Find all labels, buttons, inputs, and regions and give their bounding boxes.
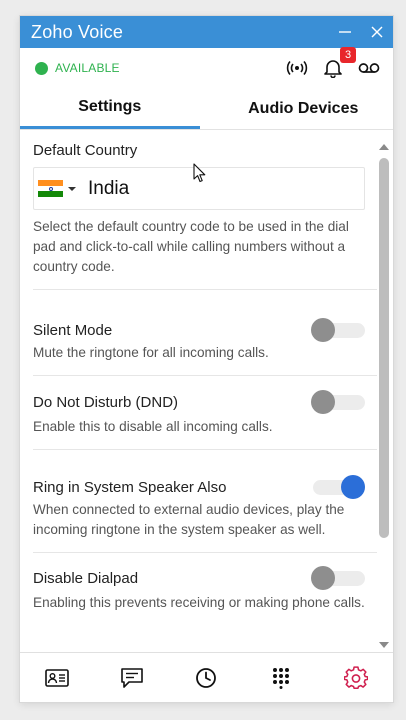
notifications-button[interactable]: 3 xyxy=(321,47,356,80)
dnd-description: Enable this to disable all incoming call… xyxy=(33,419,273,434)
close-button[interactable] xyxy=(361,16,393,48)
minimize-icon xyxy=(339,31,351,33)
setting-silent-mode: Silent Mode Mute the ringtone for all in… xyxy=(20,290,377,375)
availability-status[interactable]: AVAILABLE xyxy=(55,61,273,75)
notification-count-badge: 3 xyxy=(340,47,356,63)
broadcast-icon xyxy=(286,60,308,76)
contacts-icon xyxy=(45,668,70,687)
dialpad-icon xyxy=(273,667,290,689)
title-bar: Zoho Voice xyxy=(20,16,393,48)
nav-dialpad[interactable] xyxy=(261,658,301,698)
messages-icon xyxy=(121,667,143,688)
app-window: Zoho Voice AVAILABLE 3 Settings Audio De… xyxy=(20,16,393,702)
default-country-section: Default Country India Select the default… xyxy=(20,130,377,289)
gear-icon xyxy=(343,665,368,689)
clock-icon xyxy=(196,667,217,688)
dnd-toggle[interactable] xyxy=(311,390,365,414)
setting-dnd: Do Not Disturb (DND) Enable this to disa… xyxy=(20,376,377,449)
silent-mode-toggle[interactable] xyxy=(311,318,365,342)
silent-mode-description: Mute the ringtone for all incoming calls… xyxy=(33,345,269,360)
country-value: India xyxy=(88,177,130,199)
scroll-down-arrow-icon[interactable] xyxy=(379,642,389,648)
tab-audio-devices[interactable]: Audio Devices xyxy=(200,88,394,129)
nav-history[interactable] xyxy=(186,658,226,698)
dnd-label: Do Not Disturb (DND) xyxy=(33,393,179,411)
tab-bar: Settings Audio Devices xyxy=(20,88,393,130)
scroll-up-arrow-icon[interactable] xyxy=(379,144,389,150)
disable-dialpad-label: Disable Dialpad xyxy=(33,569,139,587)
mouse-cursor-icon xyxy=(193,163,206,183)
voicemail-button[interactable] xyxy=(357,56,381,80)
disable-dialpad-description: Enabling this prevents receiving or maki… xyxy=(33,595,365,610)
status-indicator-icon[interactable] xyxy=(35,61,48,75)
voicemail-icon xyxy=(358,63,380,73)
ring-system-speaker-toggle[interactable] xyxy=(311,475,365,499)
silent-mode-label: Silent Mode xyxy=(33,321,113,339)
chevron-down-icon xyxy=(68,186,76,191)
ring-system-speaker-description: When connected to external audio devices… xyxy=(33,502,345,537)
india-flag-icon xyxy=(38,180,63,198)
window-title: Zoho Voice xyxy=(31,21,124,42)
close-icon xyxy=(371,26,383,38)
vertical-scrollbar[interactable] xyxy=(378,142,390,648)
scrollbar-thumb[interactable] xyxy=(379,158,389,538)
nav-messages[interactable] xyxy=(112,658,152,698)
settings-panel: Default Country India Select the default… xyxy=(20,130,377,652)
disable-dialpad-toggle[interactable] xyxy=(311,566,365,590)
ring-system-speaker-label: Ring in System Speaker Also xyxy=(33,478,227,496)
default-country-description: Select the default country code to be us… xyxy=(33,219,349,274)
setting-ring-system-speaker: Ring in System Speaker Also When connect… xyxy=(20,450,377,552)
broadcast-button[interactable] xyxy=(285,56,309,80)
tab-settings[interactable]: Settings xyxy=(20,88,200,129)
nav-contacts[interactable] xyxy=(37,658,77,698)
setting-disable-dialpad: Disable Dialpad Enabling this prevents r… xyxy=(20,553,377,613)
bottom-navigation xyxy=(20,652,393,702)
minimize-button[interactable] xyxy=(329,16,361,48)
status-bar: AVAILABLE 3 xyxy=(20,47,393,88)
nav-settings[interactable] xyxy=(336,658,376,698)
default-country-label: Default Country xyxy=(33,142,138,159)
